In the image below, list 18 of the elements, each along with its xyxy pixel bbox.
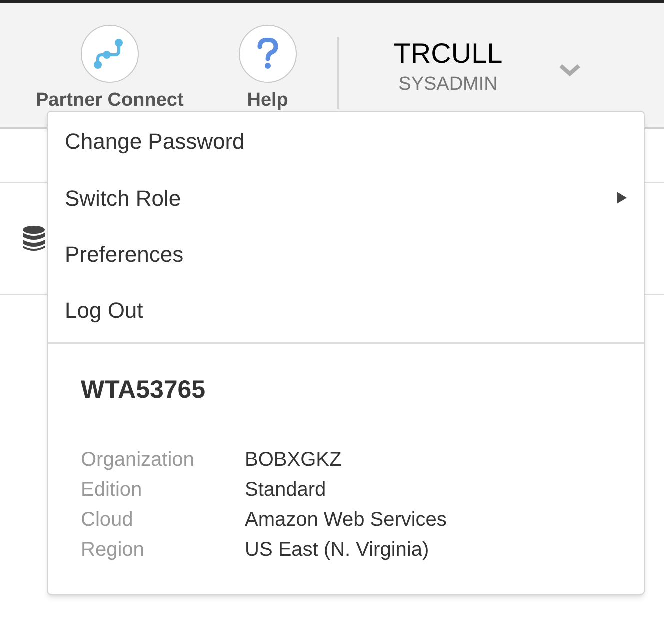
menu-item[interactable]: Preferences bbox=[48, 226, 644, 282]
detail-value: Amazon Web Services bbox=[245, 508, 448, 532]
detail-label: Region bbox=[81, 538, 146, 562]
detail-value: US East (N. Virginia) bbox=[245, 538, 430, 562]
account-id: WTA53765 bbox=[81, 375, 207, 406]
submenu-arrow-icon bbox=[617, 192, 627, 204]
menu-item[interactable]: Log Out bbox=[48, 282, 644, 338]
chevron-down-icon[interactable] bbox=[558, 63, 582, 77]
database-icon bbox=[22, 226, 46, 252]
detail-label: Edition bbox=[81, 478, 144, 502]
detail-value: Standard bbox=[245, 478, 328, 502]
detail-label: Cloud bbox=[81, 508, 134, 532]
user-name: TRCULL bbox=[394, 37, 503, 71]
user-role: SYSADMIN bbox=[398, 73, 498, 97]
detail-value: BOBXGKZ bbox=[245, 448, 343, 472]
detail-label: Organization bbox=[81, 448, 196, 472]
menu-item[interactable]: Switch Role bbox=[48, 170, 644, 226]
help-icon bbox=[256, 38, 279, 70]
